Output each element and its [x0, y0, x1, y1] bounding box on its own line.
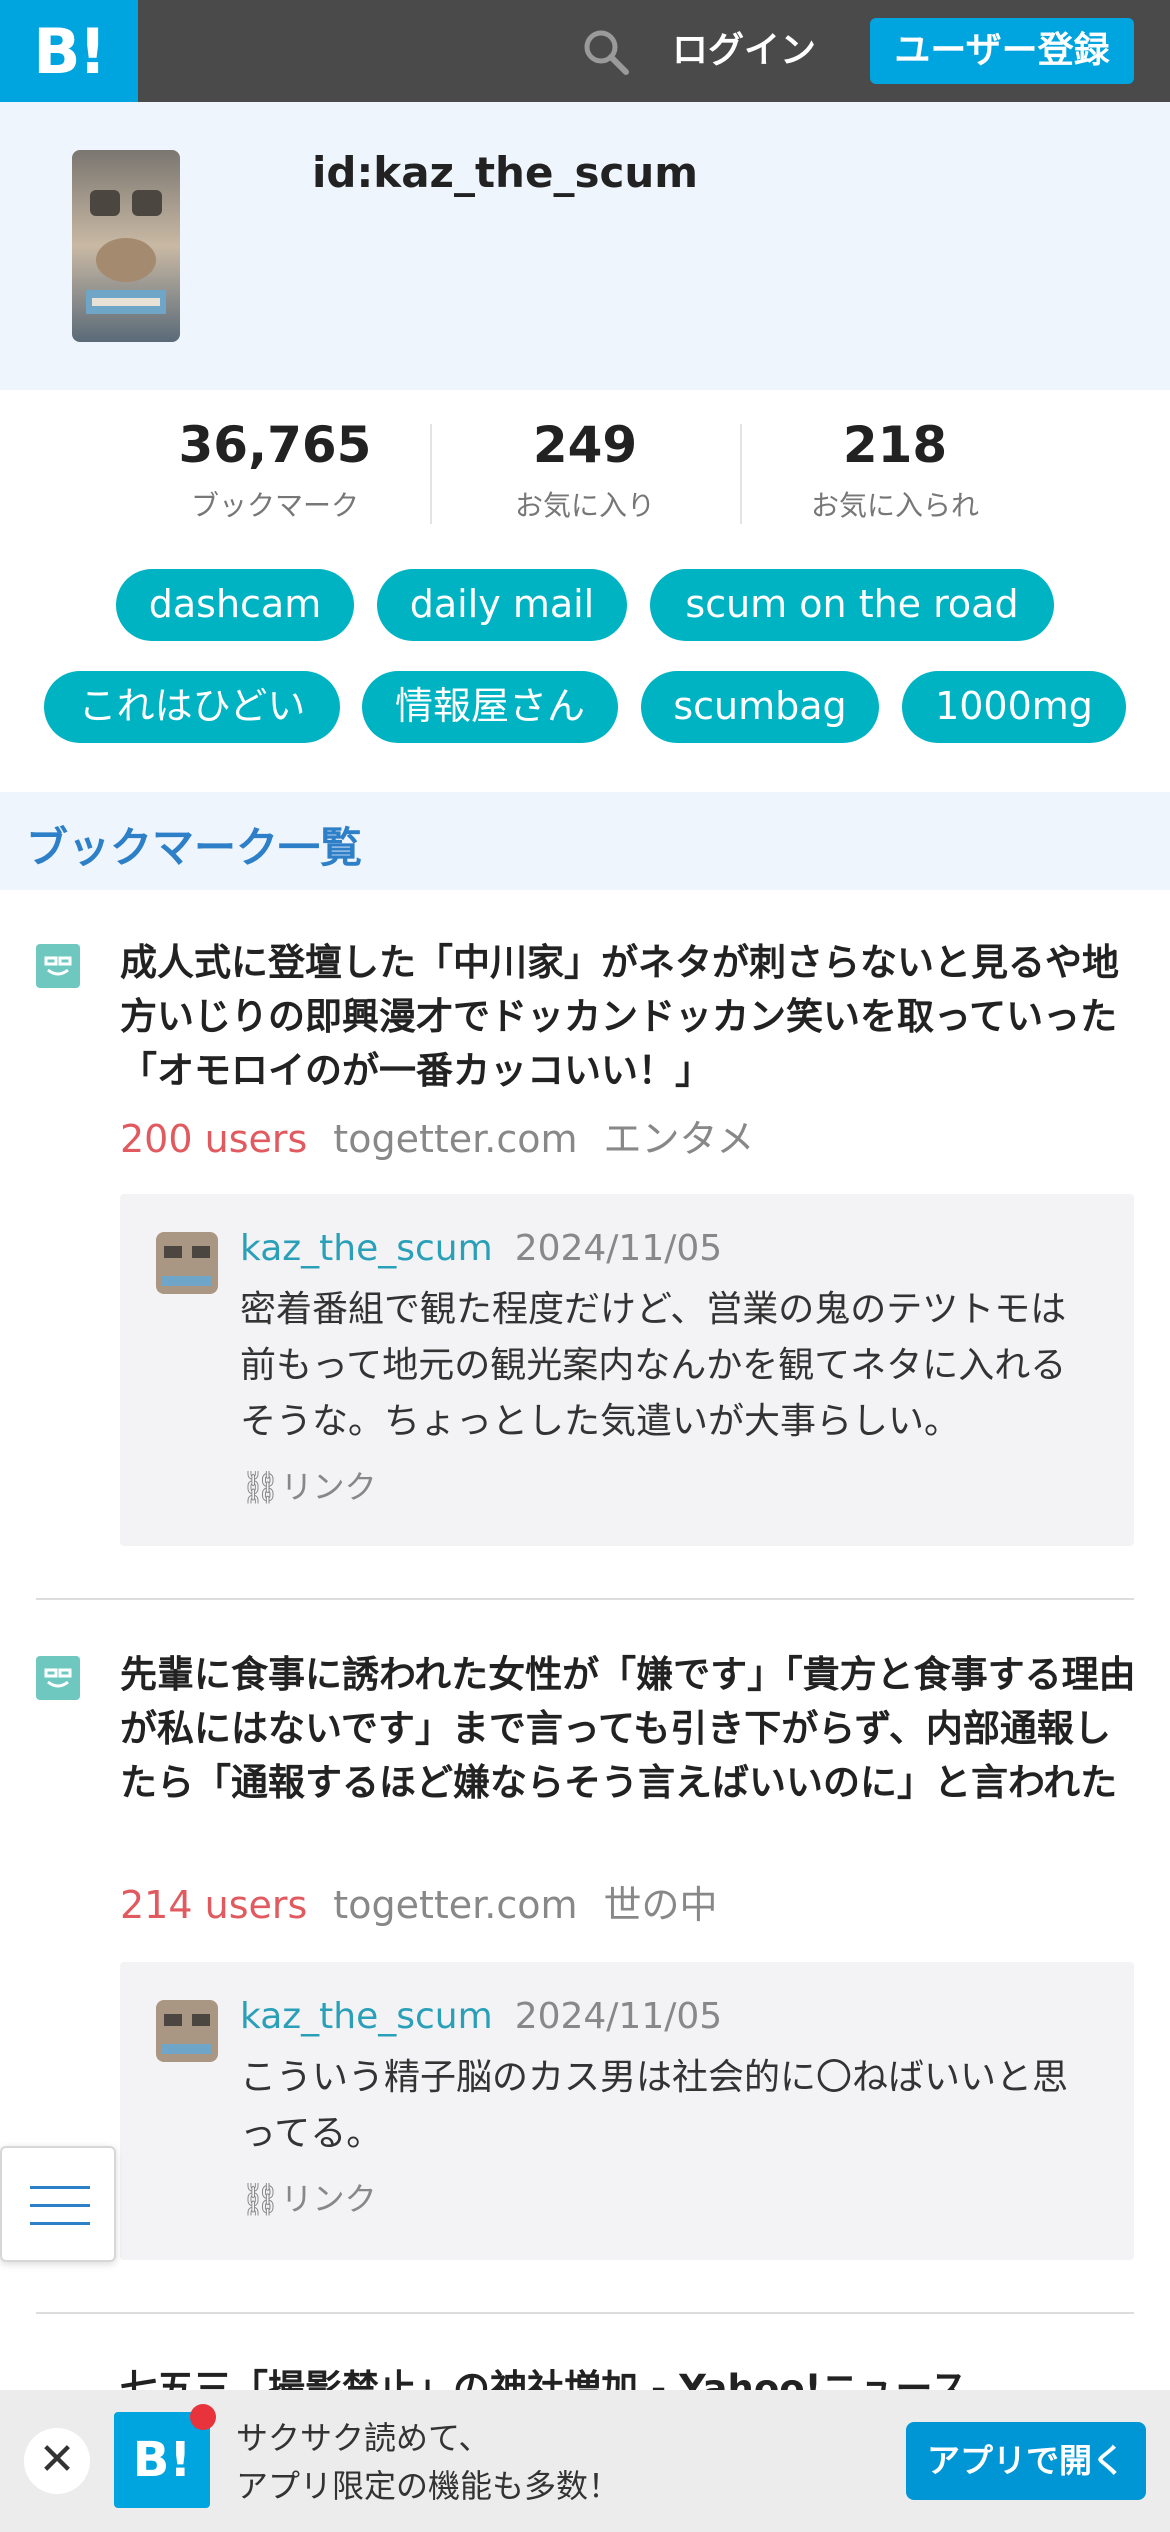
signup-button[interactable]: ユーザー登録 — [870, 18, 1134, 84]
hamburger-icon — [30, 2222, 90, 2225]
commenter-name[interactable]: kaz_the_scum — [240, 1996, 493, 2037]
entry-meta: 214 users togetter.com 世の中 — [120, 1874, 718, 1929]
users-count[interactable]: 214 users — [120, 1883, 307, 1927]
entry-meta: 200 users togetter.com エンタメ — [120, 1108, 754, 1163]
promo-text: サクサク読めて、 アプリ限定の機能も多数！ — [236, 2414, 620, 2510]
bookmark-comment: kaz_the_scum 2024/11/05 密着番組で観た程度だけど、営業の鬼… — [120, 1194, 1134, 1546]
link-label: リンク — [280, 2180, 377, 2218]
entry-domain[interactable]: togetter.com — [333, 1883, 577, 1927]
comment-text: 密着番組で観た程度だけど、営業の鬼のテツトモは前もって地元の観光案内なんかを観て… — [240, 1289, 1067, 1442]
entry-title[interactable]: 先輩に食事に誘われた女性が「嫌です」「貴方と食事する理由が私にはないです」まで言… — [120, 1648, 1140, 1810]
entry-category[interactable]: 世の中 — [604, 1883, 718, 1927]
stat-value: 36,765 — [178, 416, 372, 474]
link-icon: ⛓ — [240, 1468, 281, 1506]
menu-button[interactable] — [0, 2146, 116, 2262]
stat-favorites[interactable]: 249 お気に入り — [430, 408, 740, 538]
tag-chip[interactable]: daily mail — [377, 569, 627, 641]
link-label: リンク — [280, 1468, 377, 1506]
hatena-bookmark-logo[interactable]: B! — [0, 0, 138, 102]
promo-line-1: サクサク読めて、 — [236, 2419, 491, 2457]
entry-domain[interactable]: togetter.com — [333, 1117, 577, 1161]
search-icon[interactable] — [580, 26, 632, 78]
stat-bookmarks[interactable]: 36,765 ブックマーク — [120, 408, 430, 538]
app-promo-banner: ✕ B! サクサク読めて、 アプリ限定の機能も多数！ アプリで開く — [0, 2390, 1170, 2532]
user-avatar[interactable] — [72, 150, 180, 342]
close-icon[interactable]: ✕ — [24, 2428, 90, 2494]
tag-chip[interactable]: これはひどい — [44, 671, 340, 743]
stat-label: お気に入られ — [810, 489, 979, 522]
stat-label: お気に入り — [514, 489, 655, 522]
bookmark-entry: 先輩に食事に誘われた女性が「嫌です」「貴方と食事する理由が私にはないです」まで言… — [36, 1653, 1136, 2260]
tag-chip[interactable]: scumbag — [641, 671, 879, 743]
site-favicon-icon — [36, 944, 80, 988]
comment-text: こういう精子脳のカス男は社会的に〇ねばいいと思ってる。 — [240, 2057, 1069, 2154]
stat-favorited-by[interactable]: 218 お気に入られ — [740, 408, 1050, 538]
entry-title[interactable]: 成人式に登壇した「中川家」がネタが刺さらないと見るや地方いじりの即興漫才でドッカ… — [120, 936, 1140, 1098]
bookmark-list-header: ブックマーク一覧 — [0, 792, 1170, 890]
commenter-avatar[interactable] — [156, 2000, 218, 2062]
comment-header: kaz_the_scum 2024/11/05 — [240, 1996, 722, 2037]
hamburger-icon — [30, 2186, 90, 2189]
promo-line-2: アプリ限定の機能も多数！ — [236, 2467, 621, 2505]
link-icon: ⛓ — [240, 2180, 281, 2218]
stat-value: 249 — [532, 416, 638, 474]
comment-date: 2024/11/05 — [514, 1996, 723, 2037]
entry-title[interactable]: 七五三「撮影禁止」の神社増加 - Yahoo!ニュース — [120, 2362, 1134, 2390]
tag-chip[interactable]: 情報屋さん — [362, 671, 618, 743]
login-link[interactable]: ログイン — [672, 22, 816, 80]
section-title: ブックマーク一覧 — [26, 823, 363, 872]
bookmark-entry: 成人式に登壇した「中川家」がネタが刺さらないと見るや地方いじりの即興漫才でドッカ… — [36, 941, 1134, 1546]
users-count[interactable]: 200 users — [120, 1117, 307, 1161]
profile-header: id:kaz_the_scum — [0, 102, 1170, 390]
comment-link[interactable]: ⛓リンク — [240, 2174, 377, 2220]
tag-chip[interactable]: 1000mg — [902, 671, 1126, 743]
commenter-name[interactable]: kaz_the_scum — [240, 1228, 493, 1269]
site-favicon-icon — [36, 1656, 80, 1700]
notification-dot — [190, 2404, 216, 2430]
top-header: B! ログイン ユーザー登録 — [0, 0, 1170, 102]
open-in-app-button[interactable]: アプリで開く — [906, 2422, 1146, 2500]
comment-link[interactable]: ⛓リンク — [240, 1462, 377, 1508]
entry-divider — [36, 1598, 1134, 1600]
tag-chip[interactable]: dashcam — [116, 569, 354, 641]
entry-divider — [36, 2312, 1134, 2314]
stat-value: 218 — [842, 416, 948, 474]
commenter-avatar[interactable] — [156, 1232, 218, 1294]
entry-category[interactable]: エンタメ — [604, 1117, 755, 1161]
user-id: id:kaz_the_scum — [312, 148, 698, 197]
tag-chip[interactable]: scum on the road — [650, 569, 1054, 641]
hamburger-icon — [30, 2204, 90, 2207]
bookmark-comment: kaz_the_scum 2024/11/05 こういう精子脳のカス男は社会的に〇… — [120, 1962, 1134, 2260]
bookmark-entry: 七五三「撮影禁止」の神社増加 - Yahoo!ニュース — [36, 2362, 1134, 2390]
comment-date: 2024/11/05 — [514, 1228, 723, 1269]
comment-header: kaz_the_scum 2024/11/05 — [240, 1228, 722, 1269]
stat-label: ブックマーク — [190, 489, 359, 522]
user-stats: 36,765 ブックマーク 249 お気に入り 218 お気に入られ — [120, 408, 1050, 538]
